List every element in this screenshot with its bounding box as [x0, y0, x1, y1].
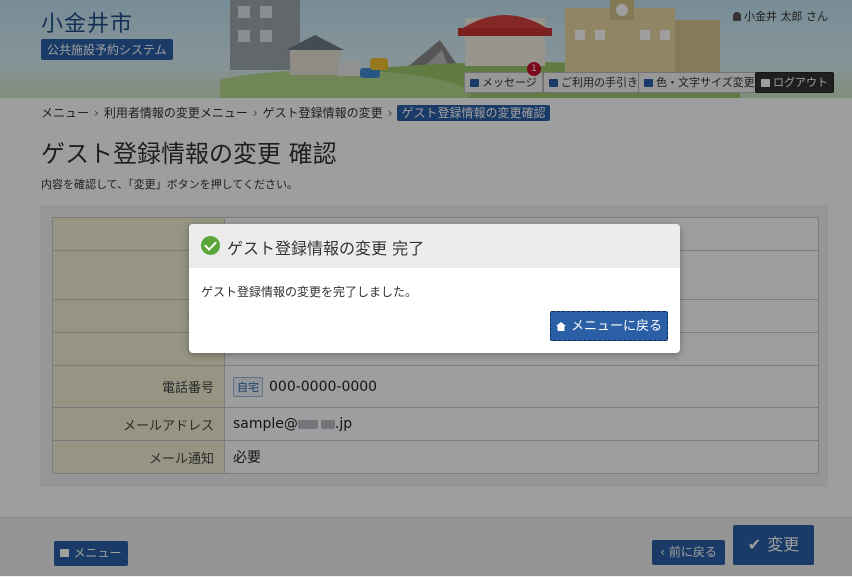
return-to-menu-button[interactable]: メニューに戻る: [550, 311, 668, 341]
success-check-icon: [201, 236, 220, 255]
home-icon: [555, 322, 566, 331]
dialog-title: ゲスト登録情報の変更 完了: [227, 239, 425, 258]
dialog-message: ゲスト登録情報の変更を完了しました。: [201, 285, 418, 299]
dialog-header: ゲスト登録情報の変更 完了: [189, 224, 680, 268]
completion-dialog: ゲスト登録情報の変更 完了 ゲスト登録情報の変更を完了しました。 メニューに戻る: [189, 224, 680, 353]
